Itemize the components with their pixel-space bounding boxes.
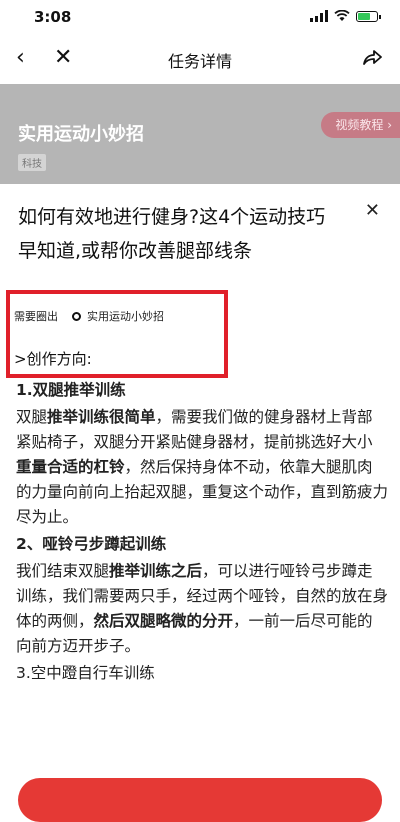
task-content: 1.双腿推举训练 双腿推举训练很简单，需要我们做的健身器材上背部紧贴椅子，双腿分… [16, 376, 388, 688]
status-bar: 3:08 [0, 0, 400, 34]
battery-icon [356, 10, 381, 22]
requirement-value: 实用运动小妙招 [87, 310, 164, 323]
video-tutorial-button[interactable]: 视频教程 › [321, 112, 400, 138]
category-tag: 科技 [18, 154, 46, 171]
task-banner: 实用运动小妙招 科技 视频教程 › [0, 84, 400, 184]
creation-direction-label: >创作方向: [14, 350, 92, 368]
page-title: 任务详情 [167, 52, 232, 71]
wifi-icon [334, 10, 350, 21]
status-time: 3:08 [34, 8, 72, 26]
sheet-close-icon[interactable]: ✕ [365, 200, 380, 221]
section-heading: 3.空中蹬自行车训练 [16, 664, 155, 682]
banner-title: 实用运动小妙招 [18, 124, 144, 145]
requirement-label: 需要圈出 [14, 310, 58, 323]
section-heading: 2、哑铃弓步蹲起训练 [16, 535, 167, 553]
task-detail-sheet: 如何有效地进行健身?这4个运动技巧早知道,或帮你改善腿部线条 ✕ 需要圈出 实用… [0, 184, 400, 796]
section-paragraph: 双腿推举训练很简单，需要我们做的健身器材上背部紧贴椅子，双腿分开紧贴健身器材，提… [16, 408, 389, 526]
primary-action-button[interactable] [18, 778, 382, 822]
section-paragraph: 我们结束双腿推举训练之后，可以进行哑铃弓步蹲走训练，我们需要两只手，经过两个哑铃… [16, 562, 389, 655]
signal-icon [310, 10, 328, 22]
circle-icon [72, 311, 81, 321]
share-icon[interactable] [360, 46, 384, 70]
requirement-row: 需要圈出 实用运动小妙招 [14, 308, 164, 324]
section-heading: 1.双腿推举训练 [16, 381, 126, 399]
status-icons [310, 10, 381, 22]
task-title: 如何有效地进行健身?这4个运动技巧早知道,或帮你改善腿部线条 [18, 206, 326, 262]
nav-bar: ‹ ✕ 任务详情 [0, 34, 400, 84]
